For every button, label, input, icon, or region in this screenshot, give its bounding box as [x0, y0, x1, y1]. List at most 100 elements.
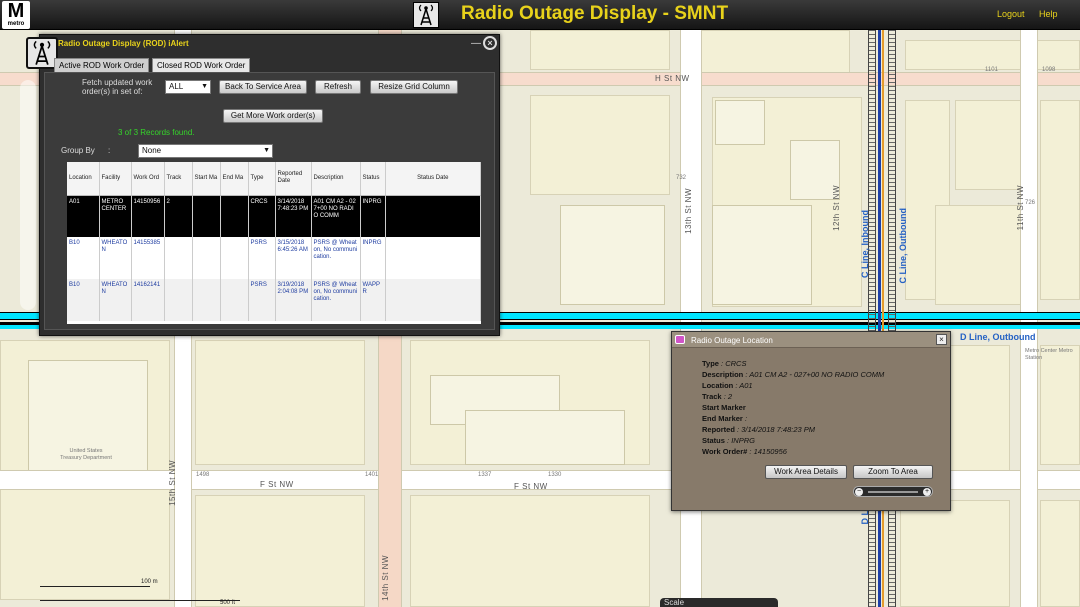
cell-type: CRCS — [248, 195, 276, 237]
map-block — [955, 100, 1025, 190]
column-header[interactable]: Description — [311, 162, 361, 196]
zoom-slider[interactable]: − + — [853, 486, 933, 497]
address-number: 1498 — [196, 472, 210, 478]
minimize-button[interactable]: — — [471, 38, 481, 49]
group-by-value: None — [142, 146, 162, 155]
field-value: 14150956 — [753, 447, 787, 456]
popup-field-reported: Reported : 3/14/2018 7:48:23 PM — [702, 425, 815, 434]
radio-tower-icon — [413, 2, 439, 28]
cell-status: INPRG — [360, 237, 386, 279]
scale-label-feet: 500 ft — [220, 600, 236, 606]
cell-description: PSRS @ Wheaton, No communication. — [311, 279, 361, 321]
line-label: D L — [860, 510, 870, 525]
popup-titlebar[interactable]: Radio Outage Location × — [672, 332, 950, 348]
zoom-in-icon[interactable]: + — [923, 488, 931, 496]
cell-track — [164, 279, 193, 321]
line-label: C Line, Outbound — [898, 208, 908, 284]
map-block — [935, 205, 1025, 305]
cell-location: B10 — [67, 237, 100, 279]
rod-titlebar[interactable]: Radio Outage Display (ROD) iAlert — × — [26, 35, 499, 69]
scale-bar-feet — [40, 600, 240, 601]
scale-tab[interactable]: Scale — [660, 598, 778, 607]
column-header[interactable]: End Ma — [220, 162, 249, 196]
rod-window[interactable]: Radio Outage Display (ROD) iAlert — × Ac… — [26, 34, 500, 336]
cell-track — [164, 237, 193, 279]
place-label: United States Treasury Department — [60, 448, 112, 461]
address-number: 732 — [676, 175, 687, 181]
line-label: C Line, Inbound — [860, 210, 870, 278]
cell-status-date — [385, 195, 481, 237]
map-building — [715, 100, 765, 145]
cell-status: INPRG — [360, 195, 386, 237]
records-found-status: 3 of 3 Records found. — [118, 128, 195, 137]
get-more-work-orders-button[interactable]: Get More Work order(s) — [223, 109, 323, 123]
column-header[interactable]: Status — [360, 162, 386, 196]
group-by-separator: : — [108, 146, 111, 155]
popup-field-type: Type : CRCS — [702, 359, 747, 368]
map-block — [530, 30, 670, 70]
column-header[interactable]: Work Ord — [131, 162, 165, 196]
work-order-grid[interactable]: Location Facility Work Ord Track Start M… — [67, 162, 481, 324]
cell-status: WAPPR — [360, 279, 386, 321]
cell-description: PSRS @ Wheaton, No communication. — [311, 237, 361, 279]
street-label: 15th St NW — [168, 460, 177, 506]
street-label: F St NW — [260, 480, 294, 489]
cell-start-marker — [192, 195, 221, 237]
field-label: Reported — [702, 425, 735, 434]
street-label: 13th St NW — [684, 188, 693, 234]
refresh-button[interactable]: Refresh — [315, 80, 361, 94]
fetch-select[interactable]: ALL ▼ — [165, 80, 211, 94]
back-to-service-area-button[interactable]: Back To Service Area — [219, 80, 307, 94]
field-value: A01 CM A2 - 027+00 NO RADIO COMM — [749, 370, 885, 379]
chevron-down-icon: ▼ — [201, 83, 208, 90]
rod-panel: Fetch updated work order(s) in set of: A… — [44, 72, 495, 330]
cell-work-order: 14150956 — [131, 195, 165, 237]
close-button[interactable]: × — [936, 334, 947, 345]
column-header[interactable]: Facility — [99, 162, 132, 196]
zoom-to-area-button[interactable]: Zoom To Area — [853, 465, 933, 479]
address-number: 1098 — [1042, 67, 1056, 73]
work-area-details-button[interactable]: Work Area Details — [765, 465, 847, 479]
rail-track — [888, 30, 896, 607]
close-button[interactable]: × — [483, 36, 497, 50]
column-header[interactable]: Type — [248, 162, 276, 196]
column-header[interactable]: Start Ma — [192, 162, 221, 196]
address-number: 1401 — [365, 472, 379, 478]
help-link[interactable]: Help — [1039, 9, 1058, 19]
cell-end-marker — [220, 195, 249, 237]
cell-type: PSRS — [248, 279, 276, 321]
cell-work-order: 14162141 — [131, 279, 165, 321]
column-header[interactable]: Track — [164, 162, 193, 196]
table-row[interactable]: B10 WHEATON 14162141 PSRS 3/19/2018 2:04… — [67, 279, 481, 321]
popup-field-end-marker: End Marker : — [702, 414, 748, 423]
map-block — [530, 95, 670, 195]
map-building — [465, 410, 625, 465]
cell-start-marker — [192, 237, 221, 279]
chevron-down-icon: ▼ — [263, 147, 270, 154]
zoom-out-icon[interactable]: − — [855, 488, 863, 496]
field-label: Track — [702, 392, 722, 401]
cell-facility: METRO CENTER — [99, 195, 132, 237]
logout-link[interactable]: Logout — [997, 9, 1025, 19]
table-row[interactable]: B10 WHEATON 14155385 PSRS 3/15/2018 6:45… — [67, 237, 481, 279]
popup-field-work-order: Work Order# : 14150956 — [702, 447, 787, 456]
group-by-select[interactable]: None ▼ — [138, 144, 273, 158]
address-number: 726 — [1025, 200, 1036, 206]
field-value: INPRG — [731, 436, 755, 445]
road — [680, 0, 702, 607]
popup-title: Radio Outage Location — [691, 336, 773, 345]
app-title: Radio Outage Display - SMNT — [461, 3, 729, 24]
column-header[interactable]: Status Date — [385, 162, 481, 196]
field-value: 2 — [727, 392, 733, 401]
field-value: A01 — [739, 381, 753, 390]
column-header[interactable]: Reported Date — [275, 162, 312, 196]
table-row[interactable]: A01 METRO CENTER 14150956 2 CRCS 3/14/20… — [67, 195, 481, 237]
popup-field-status: Status : INPRG — [702, 436, 755, 445]
radio-outage-popup[interactable]: Radio Outage Location × Type : CRCS Desc… — [671, 331, 951, 511]
map-zoom-slider[interactable] — [20, 80, 36, 310]
tab-closed-rod[interactable]: Closed ROD Work Order — [152, 58, 251, 72]
resize-grid-column-button[interactable]: Resize Grid Column — [370, 80, 458, 94]
popup-field-description: Description : A01 CM A2 - 027+00 NO RADI… — [702, 370, 885, 379]
tab-active-rod[interactable]: Active ROD Work Order — [54, 58, 150, 72]
column-header[interactable]: Location — [67, 162, 100, 196]
